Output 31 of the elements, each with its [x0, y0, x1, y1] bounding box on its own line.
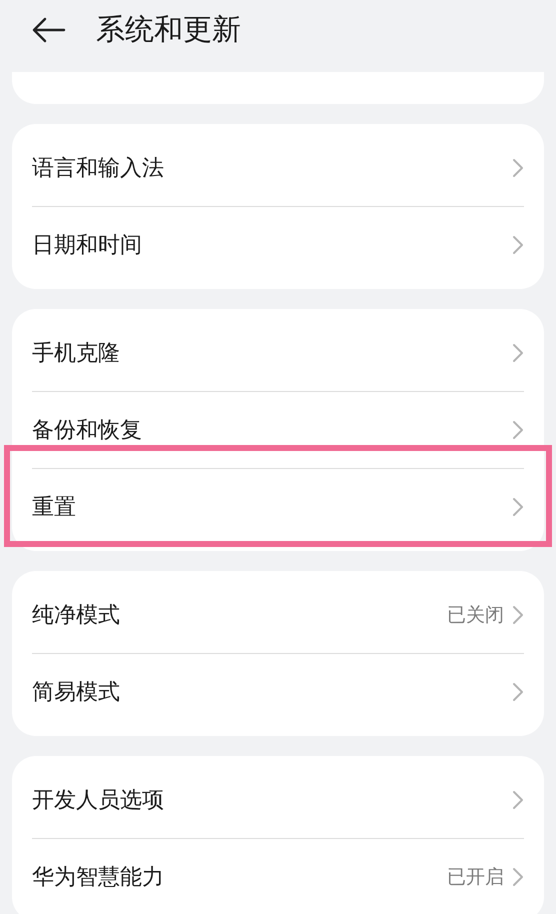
settings-row[interactable]: 简易模式 [32, 654, 524, 730]
settings-row[interactable]: 日期和时间 [32, 207, 524, 283]
chevron-right-icon [512, 867, 524, 887]
settings-row[interactable]: 手机克隆 [32, 315, 524, 392]
back-icon[interactable] [32, 17, 66, 43]
chevron-right-icon [512, 158, 524, 178]
settings-row[interactable]: 纯净模式 已关闭 [32, 577, 524, 654]
page-title: 系统和更新 [96, 11, 241, 48]
settings-row[interactable]: 开发人员选项 [32, 762, 524, 839]
chevron-right-icon [512, 790, 524, 810]
row-value: 已开启 [447, 865, 504, 890]
chevron-right-icon [512, 497, 524, 517]
row-label: 简易模式 [32, 679, 121, 707]
chevron-right-icon [512, 682, 524, 702]
row-label: 备份和恢复 [32, 417, 143, 445]
chevron-right-icon [512, 343, 524, 363]
row-value: 已关闭 [447, 603, 504, 628]
chevron-right-icon [512, 235, 524, 255]
settings-row[interactable]: 华为智慧能力 已开启 [32, 839, 524, 914]
chevron-right-icon [512, 420, 524, 440]
row-label: 纯净模式 [32, 602, 121, 630]
row-label: 语言和输入法 [32, 155, 165, 183]
settings-row[interactable]: 备份和恢复 [32, 392, 524, 469]
row-label: 手机克隆 [32, 340, 121, 368]
row-label: 华为智慧能力 [32, 864, 165, 892]
row-label: 重置 [32, 494, 77, 522]
row-label: 日期和时间 [32, 232, 143, 260]
settings-row[interactable]: 语言和输入法 [32, 130, 524, 207]
settings-row[interactable]: 重置 [32, 469, 524, 545]
row-label: 开发人员选项 [32, 787, 165, 815]
chevron-right-icon [512, 605, 524, 625]
